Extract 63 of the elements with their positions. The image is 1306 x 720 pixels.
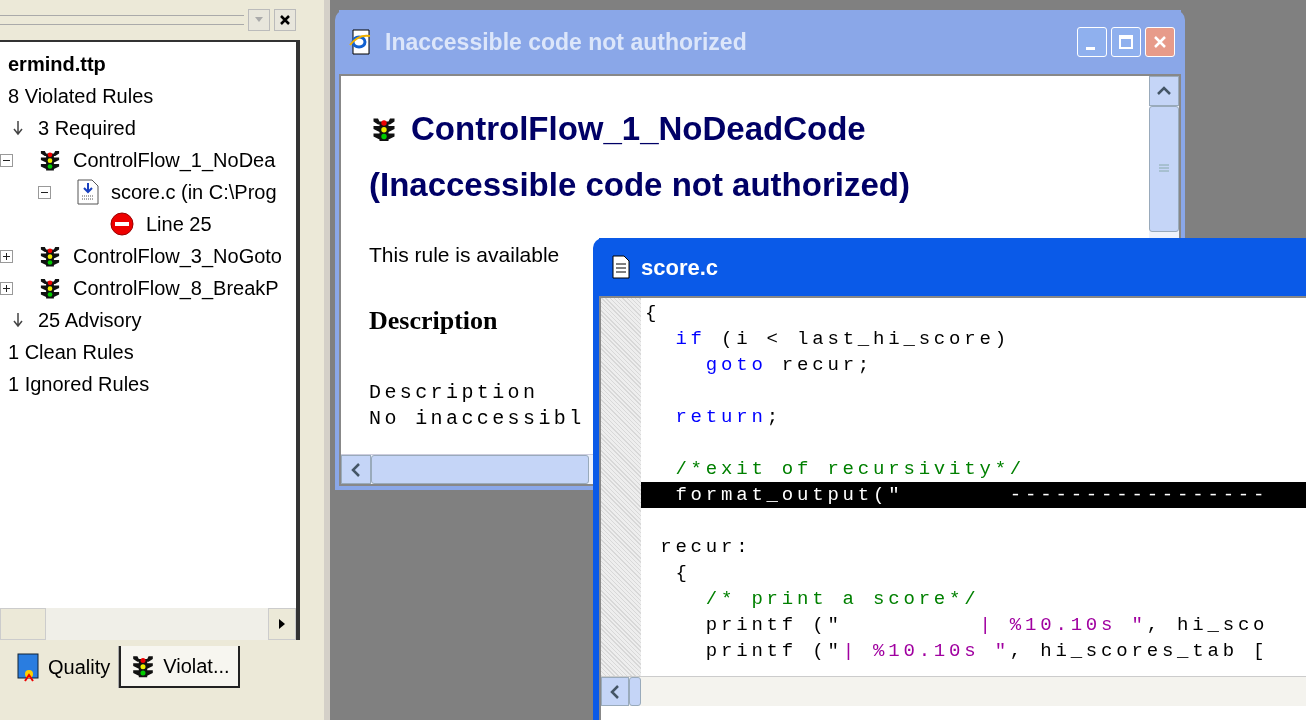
collapse-toggle[interactable]	[38, 185, 51, 199]
vertical-scrollbar[interactable]	[1149, 76, 1179, 232]
scroll-up-button[interactable]	[1149, 76, 1179, 106]
description-line: Description	[369, 379, 539, 406]
rule-heading: ControlFlow_1_NoDeadCode	[411, 109, 866, 149]
grip-icon	[1158, 164, 1170, 174]
expand-toggle[interactable]	[0, 281, 13, 295]
tree-item[interactable]: ControlFlow_8_BreakP	[73, 273, 279, 303]
scrollbar-thumb[interactable]	[629, 677, 641, 706]
panel-gripper[interactable]	[0, 15, 244, 25]
caret-icon	[254, 16, 264, 24]
rule-subheading: (Inaccessible code not authorized)	[369, 164, 911, 205]
quality-report-icon	[16, 652, 42, 682]
scroll-left-button[interactable]	[341, 455, 371, 484]
scroll-left-button[interactable]	[601, 677, 629, 706]
text-file-icon	[611, 255, 631, 279]
close-button[interactable]	[274, 9, 296, 31]
right-arrow-icon	[278, 618, 286, 630]
maximize-button[interactable]	[1111, 27, 1141, 57]
minimize-icon	[1085, 46, 1095, 50]
code-line: return;	[674, 405, 782, 430]
tree-item[interactable]: ControlFlow_3_NoGoto	[73, 241, 282, 271]
close-icon	[279, 14, 291, 26]
window-title: score.c	[641, 253, 719, 282]
tree-item[interactable]: 1 Clean Rules	[8, 337, 134, 367]
minimize-button[interactable]	[1077, 27, 1107, 57]
code-line: /*exit of recursivity*/	[674, 457, 1026, 482]
tree-item[interactable]: 1 Ignored Rules	[8, 369, 150, 399]
tree-item[interactable]: 25 Advisory	[38, 305, 142, 335]
down-arrow-icon	[12, 120, 24, 136]
close-icon	[1152, 34, 1168, 50]
code-line: {	[674, 561, 691, 586]
code-line: {	[644, 301, 661, 326]
document-icon	[77, 179, 99, 205]
window-title: Inaccessible code not authorized	[385, 27, 748, 57]
code-line: if (i < last_hi_score)	[674, 327, 1010, 352]
code-line: printf (" | %10.10s ", hi_sco	[704, 613, 1269, 638]
tree-item[interactable]: ControlFlow_1_NoDea	[73, 145, 276, 175]
scroll-right-button[interactable]	[268, 608, 296, 640]
code-line: recur:	[659, 535, 752, 560]
tree-item[interactable]: ermind.ttp	[8, 49, 106, 79]
code-line: /* print a score*/	[704, 587, 980, 612]
expand-toggle[interactable]	[0, 249, 13, 263]
section-heading: Description	[369, 304, 498, 337]
scrollbar-thumb[interactable]	[0, 608, 46, 640]
horizontal-scrollbar[interactable]	[601, 676, 1306, 706]
plus-icon	[2, 283, 11, 293]
tree-item[interactable]: 3 Required	[38, 113, 136, 143]
code-line: goto recur;	[704, 353, 874, 378]
down-arrow-icon	[12, 312, 24, 328]
stop-icon	[110, 212, 134, 236]
panel-tab[interactable]: Violat...	[119, 646, 240, 688]
tree-item[interactable]: 8 Violated Rules	[8, 81, 154, 111]
intro-text: This rule is available	[369, 242, 560, 268]
horizontal-scrollbar[interactable]	[0, 608, 296, 640]
maximize-icon	[1118, 34, 1134, 50]
description-line: No inaccessibl	[369, 405, 585, 432]
plus-icon	[2, 251, 11, 261]
scrollbar-thumb[interactable]	[1149, 106, 1179, 232]
code-line: printf ("| %10.10s ", hi_scores_tab [	[704, 639, 1269, 664]
tree-item[interactable]: score.c (in C:\Prog	[111, 177, 277, 207]
collapse-toggle[interactable]	[0, 153, 13, 167]
tree-item[interactable]: Line 25	[146, 209, 212, 239]
